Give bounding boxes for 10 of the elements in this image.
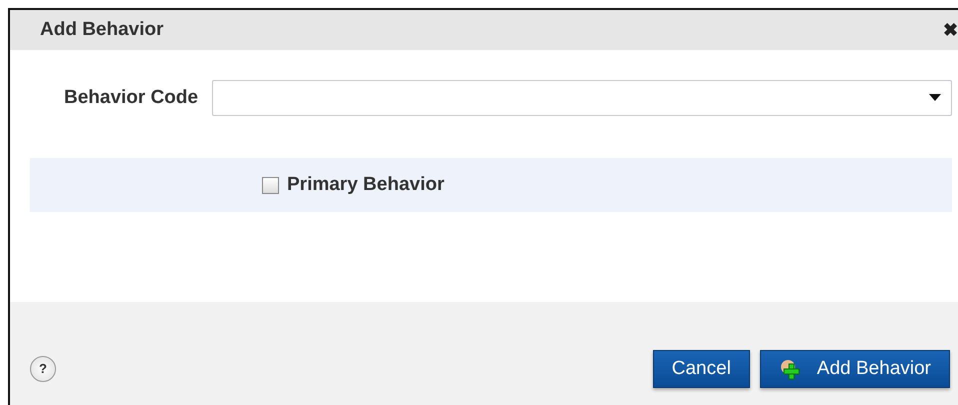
hand-plus-icon — [778, 358, 801, 380]
help-button[interactable]: ? — [30, 356, 56, 382]
checkbox-label: Primary Behavior — [287, 174, 444, 196]
field-label: Behavior Code — [64, 87, 198, 109]
cancel-button[interactable]: Cancel — [652, 350, 750, 388]
caret-icon — [929, 94, 941, 102]
close-button[interactable]: ✖ — [943, 19, 958, 41]
dialog-title: Add Behavior — [40, 19, 164, 41]
add-button[interactable]: Add Behavior — [760, 350, 950, 388]
checkbox[interactable] — [262, 176, 279, 194]
